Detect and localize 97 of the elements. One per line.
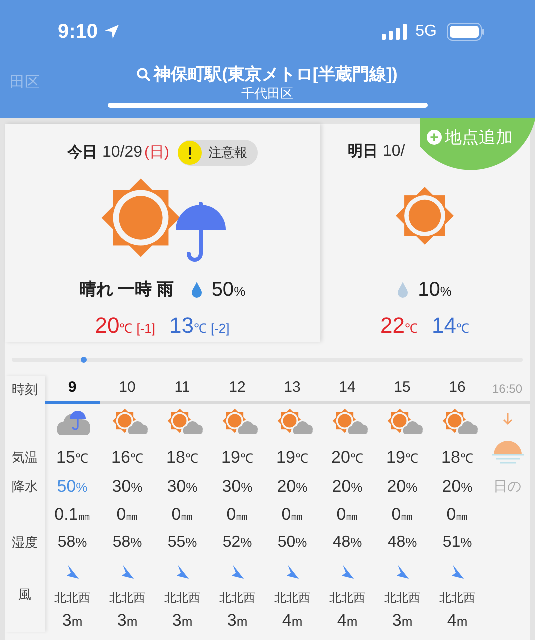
wind-direction-cell-text: 北北西 (274, 590, 310, 607)
hour-tab[interactable]: 11 (174, 377, 190, 400)
row-label: 風 (18, 586, 32, 604)
precip-chance-cell-text: 20% (277, 476, 308, 498)
precip-amount-cell-text: 0㎜ (446, 504, 468, 526)
high-temp: 22℃ (380, 312, 418, 340)
wind-arrow-icon (120, 564, 134, 580)
wind-direction-cell-text: 北北西 (330, 590, 366, 607)
wind-speed-cell-text: 3m (172, 610, 193, 632)
high-temp: 20℃ (95, 312, 133, 340)
status-time: 9:10 (58, 20, 98, 45)
hour-tab[interactable]: 9 (68, 377, 77, 400)
precip-amount-cell-text: 0㎜ (116, 504, 138, 526)
hour-tab[interactable]: 10 (119, 377, 136, 400)
wind-direction-cell-text: 北北西 (220, 590, 256, 607)
wind-direction-cell-text: 北北西 (110, 590, 146, 607)
signal-icon (382, 24, 408, 40)
weekday-text: (日) (144, 142, 170, 163)
humidity-cell-text: 58% (58, 533, 88, 553)
temperature-cell-text: 20℃ (332, 447, 364, 469)
precip-chance-cell-text: 20% (442, 476, 473, 498)
day-card[interactable]: 今日 10/29(日) 注意報 晴れ 一時 雨 50% 20℃ [-1] 13℃ [-2] (5, 124, 320, 342)
row-label: 降水 (12, 478, 38, 496)
precip-chance-cell-text: 30% (222, 476, 253, 498)
precip-amount-cell-text: 0㎜ (172, 504, 194, 526)
humidity-cell-text: 48% (388, 533, 418, 553)
wind-arrow-icon (286, 564, 300, 580)
date-text: 10/ (383, 142, 406, 162)
high-temp-diff: [-1] (136, 320, 156, 338)
hour-tab[interactable]: 12 (229, 377, 246, 400)
wind-direction-cell-text: 北北西 (440, 590, 476, 607)
location-subtitle: 千代田区 (242, 86, 294, 101)
humidity-cell-text: 51% (442, 533, 472, 553)
temperature-cell-text: 18℃ (442, 447, 474, 469)
humidity-cell-text: 52% (222, 533, 252, 553)
wind-arrow-icon (396, 564, 410, 580)
wind-speed-cell-text: 3m (117, 610, 138, 632)
exclamation-icon (178, 141, 202, 165)
precip-chance-cell-text: 20% (387, 476, 418, 498)
temperature-cell-text: 16℃ (112, 447, 144, 469)
wind-speed-cell-text: 4m (337, 610, 358, 632)
precip-chance-cell-text: 20% (332, 476, 363, 498)
temperature-cell-text: 19℃ (222, 447, 254, 469)
warning-badge[interactable]: 注意報 (178, 140, 258, 166)
wind-speed-cell-text: 3m (62, 610, 83, 632)
hour-tab[interactable]: 15 (394, 377, 411, 400)
humidity-cell-text: 58% (112, 533, 142, 553)
precip-amount-cell-text: 0㎜ (282, 504, 304, 526)
wind-direction-cell-text: 北北西 (54, 590, 90, 607)
wind-arrow-icon (450, 564, 464, 580)
hour-tab[interactable]: 14 (339, 377, 356, 400)
precip-amount-cell-text: 0㎜ (226, 504, 248, 526)
low-temp: 14℃ (432, 312, 470, 340)
day-label: 明日 (348, 142, 378, 162)
precip-amount-cell-text: 0.1㎜ (54, 504, 90, 526)
precip-amount-cell-text: 0㎜ (336, 504, 358, 526)
wind-direction-cell-text: 北北西 (384, 590, 420, 607)
wind-speed-cell-text: 4m (282, 610, 303, 632)
hour-tab[interactable]: 16 (449, 377, 466, 400)
network-label: 5G (416, 22, 437, 42)
precip-amount-cell-text: 0㎜ (392, 504, 414, 526)
humidity-cell-text: 48% (332, 533, 362, 553)
search-icon (137, 68, 152, 82)
precip-chance: 10% (418, 278, 452, 303)
sunset-label: 日の (494, 477, 522, 496)
row-label: 気温 (12, 449, 38, 468)
humidity-cell-text: 50% (278, 533, 308, 553)
wind-speed-cell-text: 4m (447, 610, 468, 632)
weather-text: 晴れ 一時 雨 (79, 279, 174, 302)
wind-speed-cell-text: 3m (227, 610, 248, 632)
precip-chance: 50% (212, 278, 246, 303)
scroll-thumb[interactable] (81, 357, 87, 363)
wind-arrow-icon (340, 564, 354, 580)
wind-arrow-icon (176, 564, 190, 580)
sunset-time: 16:50 (492, 380, 523, 398)
row-label: 湿度 (12, 534, 38, 552)
day-label: 今日 (67, 142, 98, 163)
precip-chance-cell-text: 30% (112, 476, 143, 498)
humidity-cell-text: 55% (168, 533, 198, 553)
hour-tab[interactable]: 13 (284, 377, 301, 400)
location-arrow-icon (104, 24, 120, 40)
temperature-cell-text: 15℃ (56, 447, 88, 469)
date-text: 10/29 (102, 143, 143, 163)
temperature-cell-text: 19℃ (276, 447, 308, 469)
temperature-cell-text: 19℃ (386, 447, 418, 469)
wind-direction-cell-text: 北北西 (164, 590, 200, 607)
precip-chance-cell-text: 30% (167, 476, 198, 498)
wind-arrow-icon (66, 564, 80, 580)
low-temp: 13℃ (170, 312, 207, 340)
temperature-cell-text: 18℃ (166, 447, 198, 469)
wind-speed-cell-text: 3m (392, 610, 413, 632)
umbrella-icon (174, 202, 226, 264)
precip-chance-cell-text: 50% (57, 476, 88, 498)
row-label: 時刻 (12, 381, 38, 400)
battery-icon (447, 23, 485, 41)
low-temp-diff: [-2] (210, 320, 230, 338)
wind-arrow-icon (230, 564, 244, 580)
